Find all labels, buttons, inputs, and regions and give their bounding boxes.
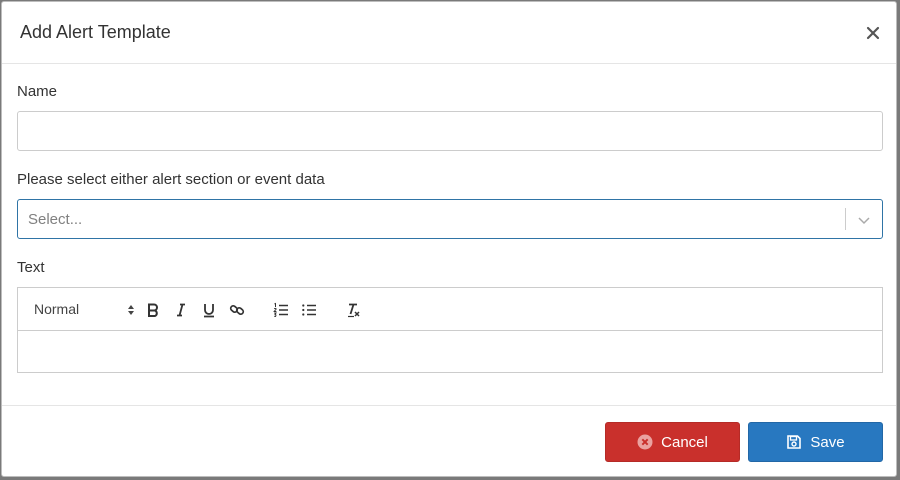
dialog-title: Add Alert Template	[20, 22, 171, 42]
ordered-list-icon	[273, 302, 288, 317]
cancel-button[interactable]: Cancel	[605, 422, 740, 462]
bullet-list-button[interactable]	[299, 300, 319, 320]
section-select-placeholder: Select...	[28, 211, 83, 228]
cancel-circle-icon	[637, 434, 653, 450]
italic-icon	[177, 303, 185, 317]
link-icon	[229, 305, 245, 315]
editor-text-area[interactable]	[18, 331, 882, 372]
save-icon	[787, 435, 802, 449]
select-separator	[845, 208, 846, 230]
bold-button[interactable]	[143, 300, 163, 320]
ordered-list-button[interactable]	[271, 300, 291, 320]
clear-format-icon	[348, 303, 360, 318]
up-down-arrows-icon	[128, 305, 134, 315]
add-alert-template-dialog: Add Alert Template Name Please select ei…	[1, 1, 897, 477]
format-select[interactable]: Normal	[34, 301, 134, 319]
section-select-label: Please select either alert section or ev…	[17, 171, 325, 188]
chevron-down-icon[interactable]	[856, 212, 872, 228]
close-button[interactable]	[864, 24, 882, 42]
italic-button[interactable]	[171, 300, 191, 320]
name-input[interactable]	[17, 111, 883, 151]
save-button-label: Save	[810, 433, 845, 451]
cancel-button-label: Cancel	[661, 433, 708, 451]
bullet-list-icon	[302, 304, 316, 316]
name-label: Name	[17, 83, 58, 100]
save-button[interactable]: Save	[748, 422, 883, 462]
underline-icon	[204, 304, 214, 318]
link-button[interactable]	[227, 300, 247, 320]
format-select-value: Normal	[34, 301, 80, 317]
close-icon	[866, 26, 880, 40]
rich-text-editor: Normal	[17, 287, 883, 373]
text-label: Text	[17, 259, 45, 276]
editor-toolbar: Normal	[18, 288, 882, 331]
dialog-header: Add Alert Template	[2, 2, 896, 64]
clear-format-button[interactable]	[343, 300, 363, 320]
section-select[interactable]: Select...	[17, 199, 883, 239]
bold-icon	[148, 303, 158, 317]
footer-divider	[2, 405, 896, 406]
underline-button[interactable]	[199, 300, 219, 320]
